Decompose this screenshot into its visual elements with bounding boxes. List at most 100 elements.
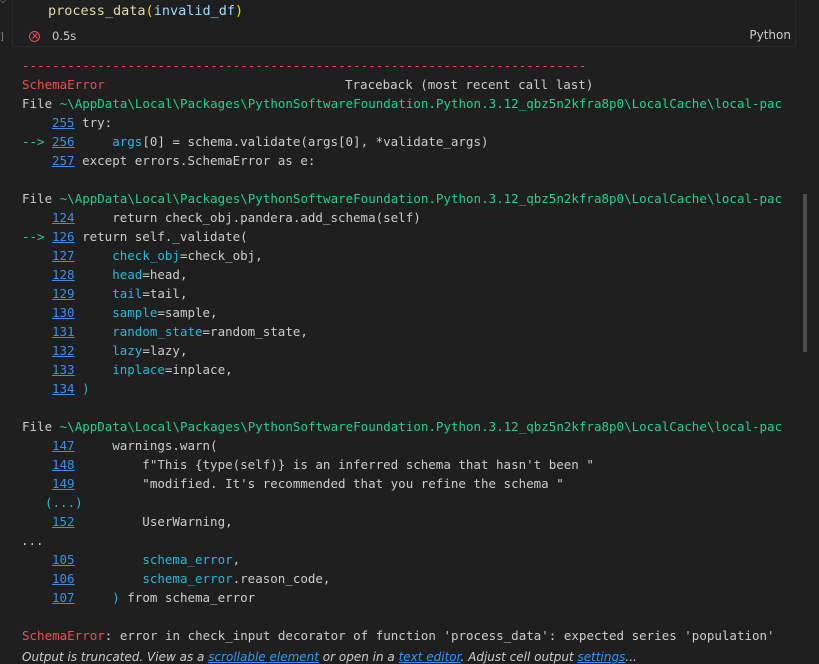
line-number-link[interactable]: 131 — [52, 324, 75, 339]
code-keyword: check_obj — [112, 248, 180, 263]
truncation-notice: Output is truncated. View as a scrollabl… — [22, 650, 637, 664]
code-keyword: ) — [112, 590, 120, 605]
function-name: process_data — [48, 3, 146, 19]
code-text: =check_obj, — [179, 248, 263, 263]
execution-status: 0.5s — [29, 28, 76, 44]
line-number-link[interactable]: 129 — [52, 286, 75, 301]
code-keyword: random_state — [112, 324, 203, 339]
code-context-line: 132 lazy=lazy, — [22, 341, 798, 360]
line-number-link[interactable]: 128 — [52, 267, 75, 282]
line-number-link[interactable]: 147 — [52, 438, 75, 453]
truncation-text-2: or open in a — [318, 650, 399, 664]
code-text: =random_state, — [202, 324, 308, 339]
line-number-link[interactable]: 255 — [52, 115, 75, 130]
code-context-line: 147 warnings.warn( — [22, 436, 798, 455]
code-text: return check_obj.pandera.add_schema(self… — [74, 210, 421, 225]
separator-line: ----------------------------------------… — [22, 58, 587, 73]
code-cell[interactable]: process_data(invalid_df) 0.5s Python — [12, 0, 796, 47]
code-line[interactable]: process_data(invalid_df) — [48, 2, 243, 20]
text-editor-link[interactable]: text editor — [399, 650, 461, 664]
traceback-header: SchemaError Traceback (most recent call l… — [22, 75, 798, 94]
code-context-line: 131 random_state=random_state, — [22, 322, 798, 341]
frame-3: 147 warnings.warn(148 f"This {type(self)… — [22, 436, 798, 493]
line-number-link[interactable]: 130 — [52, 305, 75, 320]
line-number-link[interactable]: 152 — [52, 514, 75, 529]
line-number-link[interactable]: 127 — [52, 248, 75, 263]
code-context-line: --> 256 args[0] = schema.validate(args[0… — [22, 132, 798, 151]
file-path-link[interactable]: ~\AppData\Local\Packages\PythonSoftwareF… — [60, 419, 782, 434]
file-line-3: File ~\AppData\Local\Packages\PythonSoft… — [22, 417, 798, 436]
truncation-text-1: Output is truncated. View as a — [22, 650, 209, 664]
frame-4: 105 schema_error, 106 schema_error.reason… — [22, 550, 798, 607]
code-context-line: 148 f"This {type(self)} is an inferred s… — [22, 455, 798, 474]
code-text: =head, — [142, 267, 188, 282]
line-number-link[interactable]: 148 — [52, 457, 75, 472]
code-keyword: tail — [112, 286, 143, 301]
ellipsis-line: ... — [22, 533, 44, 548]
line-number-link[interactable]: 133 — [52, 362, 75, 377]
line-number-link[interactable]: 132 — [52, 343, 75, 358]
current-line-arrow: --> — [22, 134, 53, 149]
code-context-line: 130 sample=sample, — [22, 303, 798, 322]
error-name: SchemaError — [22, 77, 105, 92]
frame-1: 255 try: --> 256 args[0] = schema.validat… — [22, 113, 798, 170]
current-line-arrow: --> — [22, 229, 53, 244]
final-error-message: : error in check_input decorator of func… — [104, 628, 775, 643]
code-text: "modified. It's recommended that you ref… — [74, 476, 564, 491]
code-text: =lazy, — [142, 343, 188, 358]
line-number-link[interactable]: 149 — [52, 476, 75, 491]
output-scrollbar[interactable] — [803, 194, 807, 352]
final-error-name: SchemaError — [22, 628, 105, 643]
settings-link[interactable]: settings — [578, 650, 626, 664]
code-text: [0] = schema.validate(args[0], *validate… — [142, 134, 489, 149]
file-path-link[interactable]: ~\AppData\Local\Packages\PythonSoftwareF… — [60, 191, 782, 206]
frame-3b: 152 UserWarning, — [22, 512, 798, 531]
line-number-link[interactable]: 257 — [52, 153, 75, 168]
file-line-1: File ~\AppData\Local\Packages\PythonSoft… — [22, 94, 798, 113]
open-paren: ( — [145, 3, 154, 19]
code-context-line: 129 tail=tail, — [22, 284, 798, 303]
code-context-line: 106 schema_error.reason_code, — [22, 569, 798, 588]
code-text: f"This {type(self)} is an inferred schem… — [74, 457, 594, 472]
line-number-link[interactable]: 134 — [52, 381, 75, 396]
code-context-line: 149 "modified. It's recommended that you… — [22, 474, 798, 493]
code-context-line: 105 schema_error, — [22, 550, 798, 569]
code-keyword: head — [112, 267, 143, 282]
file-path-link[interactable]: ~\AppData\Local\Packages\PythonSoftwareF… — [60, 96, 782, 111]
code-context-line: --> 126 return self._validate( — [22, 227, 798, 246]
line-number-link[interactable]: 124 — [52, 210, 75, 225]
argument: invalid_df — [153, 3, 235, 19]
line-number-link[interactable]: 107 — [52, 590, 75, 605]
code-keyword: schema_error — [142, 571, 233, 586]
code-text: try: — [74, 115, 113, 130]
code-keyword: args — [112, 134, 143, 149]
line-number-link[interactable]: 106 — [52, 571, 75, 586]
line-number-link[interactable]: 105 — [52, 552, 75, 567]
code-text: except errors.SchemaError as e: — [74, 153, 316, 168]
code-keyword: schema_error — [142, 552, 233, 567]
code-keyword: ) — [82, 381, 90, 396]
code-keyword: lazy — [112, 343, 143, 358]
code-keyword: inplace — [112, 362, 165, 377]
gutter-chevron-icon[interactable]: ⌵ — [0, 0, 6, 6]
code-context-line: 133 inplace=inplace, — [22, 360, 798, 379]
skipped-lines-marker: (...) — [45, 495, 83, 510]
code-context-line: 134 ) — [22, 379, 798, 398]
code-text: , — [232, 552, 241, 567]
final-error-line: SchemaError: error in check_input decora… — [22, 626, 798, 645]
execution-time: 0.5s — [52, 29, 77, 43]
code-text: return self._validate( — [74, 229, 248, 244]
line-number-link[interactable]: 256 — [52, 134, 75, 149]
scrollable-element-link[interactable]: scrollable element — [208, 650, 319, 664]
line-number-link[interactable]: 126 — [52, 229, 75, 244]
code-text: =inplace, — [164, 362, 233, 377]
code-text: UserWarning, — [74, 514, 233, 529]
language-indicator[interactable]: Python — [749, 28, 791, 42]
